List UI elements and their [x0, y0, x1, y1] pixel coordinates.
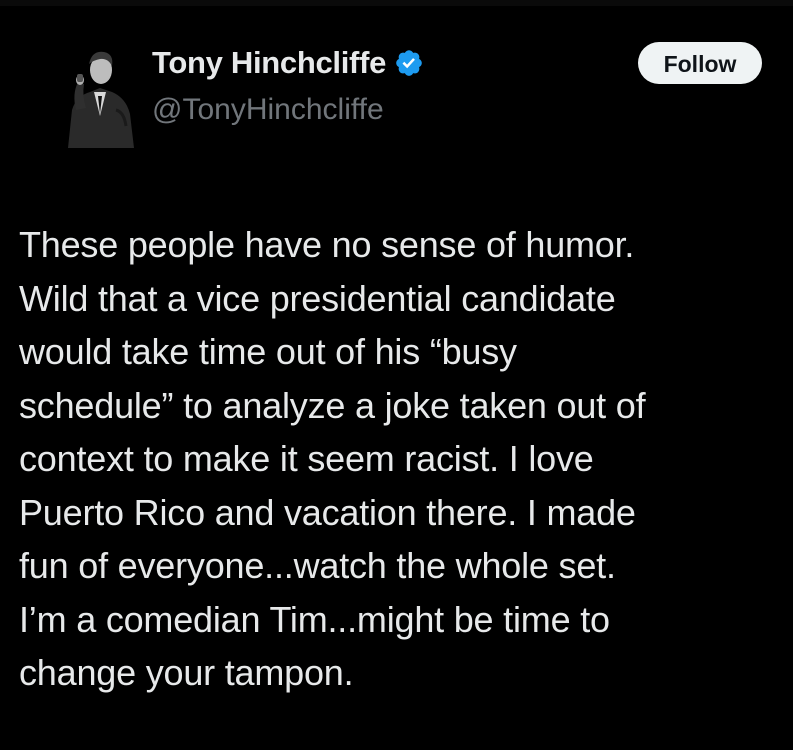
- avatar-photo: [54, 30, 146, 148]
- tweet-line: I’m a comedian Tim...might be time to: [19, 598, 610, 640]
- follow-button[interactable]: Follow: [638, 42, 762, 84]
- tweet-line: These people have no sense of humor.: [19, 224, 635, 265]
- avatar[interactable]: [54, 30, 146, 148]
- tweet-line: Puerto Rico and vacation there. I made: [19, 491, 636, 533]
- verified-badge-icon: [394, 48, 424, 78]
- author-handle[interactable]: @TonyHinchcliffe: [152, 93, 384, 127]
- tweet-line: would take time out of his “busy: [19, 331, 517, 372]
- tweet-line: schedule” to analyze a joke taken out of: [19, 384, 646, 426]
- tweet-line: Wild that a vice presidential candidate: [19, 277, 616, 319]
- tweet-line: context to make it seem racist. I love: [19, 438, 594, 479]
- tweet-header: Tony Hinchcliffe @TonyHinchcliffe Follow: [0, 0, 793, 160]
- author-display-name[interactable]: Tony Hinchcliffe: [152, 45, 386, 81]
- tweet-line: fun of everyone...watch the whole set.: [19, 545, 616, 586]
- tweet-line: change your tampon.: [19, 652, 354, 693]
- author-name-row: Tony Hinchcliffe: [152, 44, 424, 82]
- tweet-text: These people have no sense of humor. Wil…: [19, 218, 789, 700]
